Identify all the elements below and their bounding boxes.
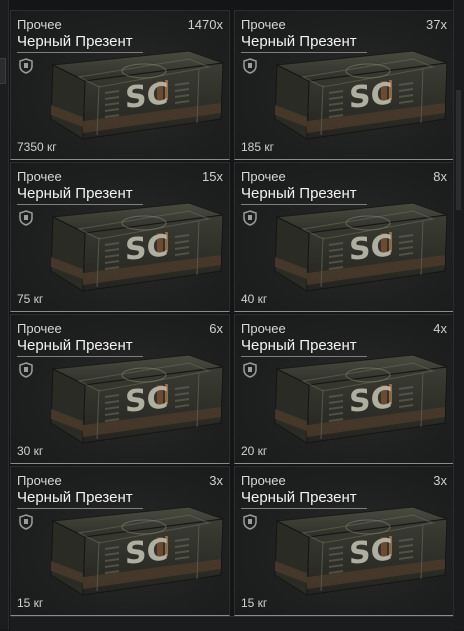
item-category: Прочее bbox=[17, 169, 62, 184]
item-weight: 40 кг bbox=[241, 292, 268, 306]
item-weight: 7350 кг bbox=[17, 140, 57, 154]
left-panel-tab[interactable] bbox=[0, 58, 6, 84]
scrollbar-thumb[interactable] bbox=[456, 90, 461, 210]
inventory-item-card[interactable]: Прочее 3x Черный Презент SC 15 кг bbox=[234, 466, 454, 616]
inventory-item-card[interactable]: Прочее 15x Черный Презент SC 75 кг bbox=[10, 162, 230, 312]
item-count: 1470x bbox=[187, 17, 223, 32]
inventory-grid: Прочее 1470x Черный Презент SC 7350 кг П… bbox=[10, 10, 454, 616]
crate-image: SC bbox=[50, 50, 224, 140]
svg-text:SC: SC bbox=[349, 228, 393, 267]
inventory-item-card[interactable]: Прочее 3x Черный Презент SC 15 кг bbox=[10, 466, 230, 616]
item-count: 37x bbox=[426, 17, 447, 32]
bottom-bar bbox=[10, 616, 454, 631]
item-weight: 20 кг bbox=[241, 444, 268, 458]
crate-image: SC bbox=[50, 506, 224, 596]
item-category: Прочее bbox=[241, 17, 286, 32]
item-weight: 30 кг bbox=[17, 444, 44, 458]
item-count: 4x bbox=[433, 321, 447, 336]
inventory-item-card[interactable]: Прочее 8x Черный Презент SC 40 кг bbox=[234, 162, 454, 312]
svg-text:SC: SC bbox=[125, 76, 169, 115]
item-count: 15x bbox=[202, 169, 223, 184]
crate-image: SC bbox=[274, 506, 448, 596]
shield-icon bbox=[243, 362, 257, 378]
crate-image: SC bbox=[50, 202, 224, 292]
shield-icon bbox=[19, 58, 33, 74]
inventory-item-card[interactable]: Прочее 6x Черный Презент SC 30 кг bbox=[10, 314, 230, 464]
shield-icon bbox=[243, 58, 257, 74]
svg-text:SC: SC bbox=[125, 532, 169, 571]
item-weight: 15 кг bbox=[17, 596, 44, 610]
inventory-item-card[interactable]: Прочее 4x Черный Презент SC 20 кг bbox=[234, 314, 454, 464]
item-category: Прочее bbox=[17, 473, 62, 488]
item-category: Прочее bbox=[241, 321, 286, 336]
item-count: 3x bbox=[209, 473, 223, 488]
crate-image: SC bbox=[50, 354, 224, 444]
item-count: 3x bbox=[433, 473, 447, 488]
shield-icon bbox=[243, 514, 257, 530]
inventory-item-card[interactable]: Прочее 37x Черный Презент SC 185 кг bbox=[234, 10, 454, 160]
item-weight: 185 кг bbox=[241, 140, 274, 154]
item-category: Прочее bbox=[241, 473, 286, 488]
svg-text:SC: SC bbox=[349, 76, 393, 115]
inventory-item-card[interactable]: Прочее 1470x Черный Презент SC 7350 кг bbox=[10, 10, 230, 160]
crate-image: SC bbox=[274, 354, 448, 444]
scrollbar[interactable] bbox=[453, 0, 464, 630]
shield-icon bbox=[19, 362, 33, 378]
crate-image: SC bbox=[274, 50, 448, 140]
svg-text:SC: SC bbox=[125, 228, 169, 267]
svg-text:SC: SC bbox=[125, 380, 169, 419]
item-category: Прочее bbox=[241, 169, 286, 184]
item-category: Прочее bbox=[17, 17, 62, 32]
crate-image: SC bbox=[274, 202, 448, 292]
svg-text:SC: SC bbox=[349, 532, 393, 571]
shield-icon bbox=[243, 210, 257, 226]
item-count: 8x bbox=[433, 169, 447, 184]
shield-icon bbox=[19, 210, 33, 226]
item-category: Прочее bbox=[17, 321, 62, 336]
item-count: 6x bbox=[209, 321, 223, 336]
shield-icon bbox=[19, 514, 33, 530]
item-weight: 15 кг bbox=[241, 596, 268, 610]
item-weight: 75 кг bbox=[17, 292, 44, 306]
svg-text:SC: SC bbox=[349, 380, 393, 419]
left-panel-edge bbox=[0, 0, 9, 630]
